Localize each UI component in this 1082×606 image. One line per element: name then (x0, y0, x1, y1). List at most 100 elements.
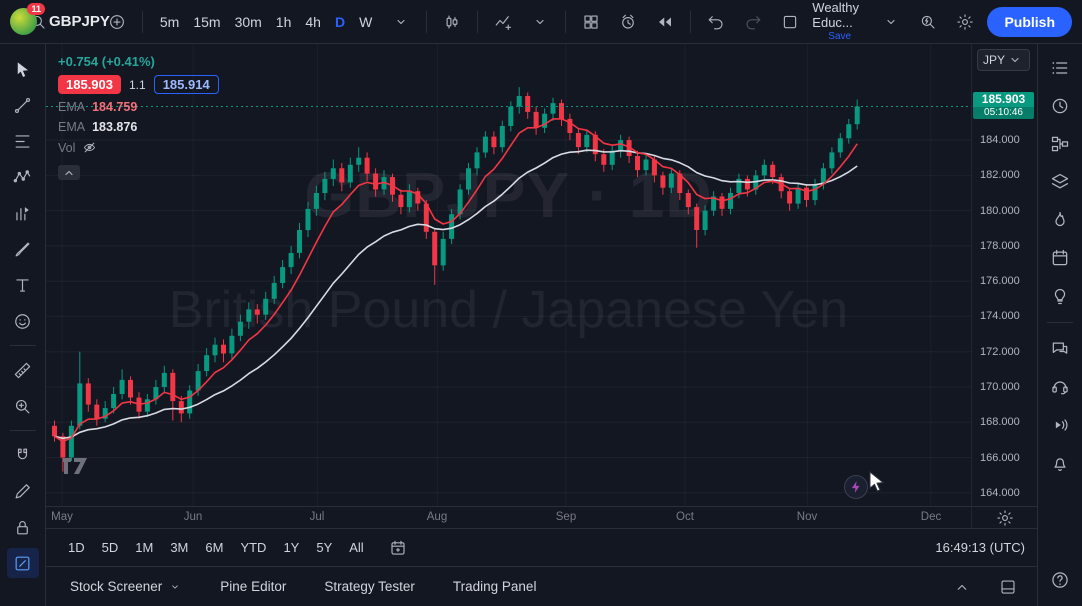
layout-menu[interactable]: Wealthy Educ... Save (812, 1, 869, 42)
calendar-button[interactable] (1045, 244, 1075, 272)
interval-d[interactable]: D (328, 8, 352, 36)
range-1y[interactable]: 1Y (275, 536, 307, 559)
interval-menu-button[interactable] (386, 7, 416, 37)
notifications-button[interactable] (1045, 449, 1075, 477)
sell-button[interactable]: 185.903 (58, 75, 121, 94)
xabcd-pattern-icon (13, 168, 32, 187)
range-all[interactable]: All (341, 536, 371, 559)
watchlist-button[interactable] (1045, 54, 1075, 82)
save-label[interactable]: Save (828, 31, 851, 43)
range-1d[interactable]: 1D (60, 536, 93, 559)
axis-settings-corner[interactable] (971, 506, 1037, 528)
tool-drawings-panel[interactable] (7, 548, 39, 578)
compare-add-button[interactable] (102, 7, 132, 37)
layout-menu-caret[interactable] (876, 7, 906, 37)
symbol-name: GBPJPY (49, 13, 110, 30)
interval-4h[interactable]: 4h (298, 8, 328, 36)
flash-icon[interactable] (844, 475, 868, 499)
symbol-search-button[interactable]: GBPJPY (44, 7, 95, 37)
indicators-menu-button[interactable] (525, 7, 555, 37)
indicator-value: 183.876 (92, 120, 137, 134)
quick-search-button[interactable] (913, 7, 943, 37)
price-tick: 166.000 (980, 452, 1020, 464)
tab-stock-screener[interactable]: Stock Screener (70, 579, 182, 594)
indicator-row-2[interactable]: Vol (58, 140, 219, 155)
tool-zoom[interactable] (7, 391, 39, 421)
range-5d[interactable]: 5D (94, 536, 127, 559)
range-ytd[interactable]: YTD (232, 536, 274, 559)
hotlist-button[interactable] (1045, 206, 1075, 234)
chart-plot-area[interactable]: GBPJPY · 1D British Pound / Japanese Yen… (46, 44, 971, 506)
help-button[interactable] (1045, 566, 1075, 594)
interval-1h[interactable]: 1h (269, 8, 299, 36)
month-label-sep: Sep (556, 511, 576, 523)
publish-button[interactable]: Publish (987, 7, 1072, 37)
interval-30m[interactable]: 30m (228, 8, 269, 36)
open-panel-button[interactable] (947, 572, 977, 602)
tradingview-logo[interactable] (62, 457, 88, 480)
chat-button[interactable] (1045, 335, 1075, 363)
divider (565, 11, 566, 33)
redo-button[interactable] (738, 7, 768, 37)
divider (690, 11, 691, 33)
fib-retracement-icon (13, 132, 32, 151)
tool-text[interactable] (7, 270, 39, 300)
chart-style-button[interactable] (437, 7, 467, 37)
currency-dropdown[interactable]: JPY (977, 49, 1030, 71)
goto-date-button[interactable] (383, 533, 413, 563)
chevron-up-icon (60, 164, 78, 182)
sidebar-separator (1047, 322, 1073, 323)
time-axis[interactable]: MayJunJulAugSepOctNovDec (46, 506, 971, 528)
range-1m[interactable]: 1M (127, 536, 161, 559)
indicator-row-1[interactable]: EMA183.876 (58, 120, 219, 134)
last-price-tag: 185.903 05:10:46 (973, 92, 1034, 119)
settings-button[interactable] (950, 7, 980, 37)
interval-15m[interactable]: 15m (186, 8, 227, 36)
bar-replay-button[interactable] (650, 7, 680, 37)
interval-5m[interactable]: 5m (153, 8, 186, 36)
alerts-button[interactable] (1045, 92, 1075, 120)
tool-xabcd-pattern[interactable] (7, 162, 39, 192)
tool-brush[interactable] (7, 234, 39, 264)
undo-button[interactable] (701, 7, 731, 37)
buy-button[interactable]: 185.914 (154, 75, 219, 94)
streams-button[interactable] (1045, 411, 1075, 439)
range-5y[interactable]: 5Y (308, 536, 340, 559)
price-tick: 176.000 (980, 275, 1020, 287)
eye-off-icon[interactable] (82, 140, 97, 155)
price-tick: 184.000 (980, 134, 1020, 146)
data-window-button[interactable] (1045, 168, 1075, 196)
magnet-icon (13, 446, 32, 465)
range-6m[interactable]: 6M (197, 536, 231, 559)
chevron-down-icon (392, 13, 410, 31)
tool-emoji[interactable] (7, 306, 39, 336)
notification-badge: 11 (27, 3, 45, 15)
alert-button[interactable] (613, 7, 643, 37)
tab-strategy-tester[interactable]: Strategy Tester (324, 579, 415, 594)
legend-collapse-button[interactable] (58, 165, 80, 180)
object-tree-button[interactable] (1045, 130, 1075, 158)
user-avatar[interactable]: 11 (10, 8, 37, 35)
indicators-button[interactable] (488, 7, 518, 37)
interval-w[interactable]: W (352, 8, 379, 36)
tool-lock[interactable] (7, 512, 39, 542)
tool-magnet[interactable] (7, 440, 39, 470)
tab-trading-panel[interactable]: Trading Panel (453, 579, 537, 594)
support-button[interactable] (1045, 373, 1075, 401)
brush-icon (13, 240, 32, 259)
ideas-button[interactable] (1045, 282, 1075, 310)
maximize-panel-button[interactable] (993, 572, 1023, 602)
tool-cursor[interactable] (7, 54, 39, 84)
price-axis[interactable]: JPY 185.903 05:10:46 184.000182.000180.0… (971, 44, 1037, 506)
tool-forecast[interactable] (7, 198, 39, 228)
layout-box-button[interactable] (775, 7, 805, 37)
range-3m[interactable]: 3M (162, 536, 196, 559)
tab-pine-editor[interactable]: Pine Editor (220, 579, 286, 594)
tool-fib-retracement[interactable] (7, 126, 39, 156)
multichart-layout-button[interactable] (576, 7, 606, 37)
tool-trend-line[interactable] (7, 90, 39, 120)
indicator-row-0[interactable]: EMA184.759 (58, 100, 219, 114)
tool-edit[interactable] (7, 476, 39, 506)
tool-measure[interactable] (7, 355, 39, 385)
utc-clock[interactable]: 16:49:13 (UTC) (935, 540, 1025, 555)
